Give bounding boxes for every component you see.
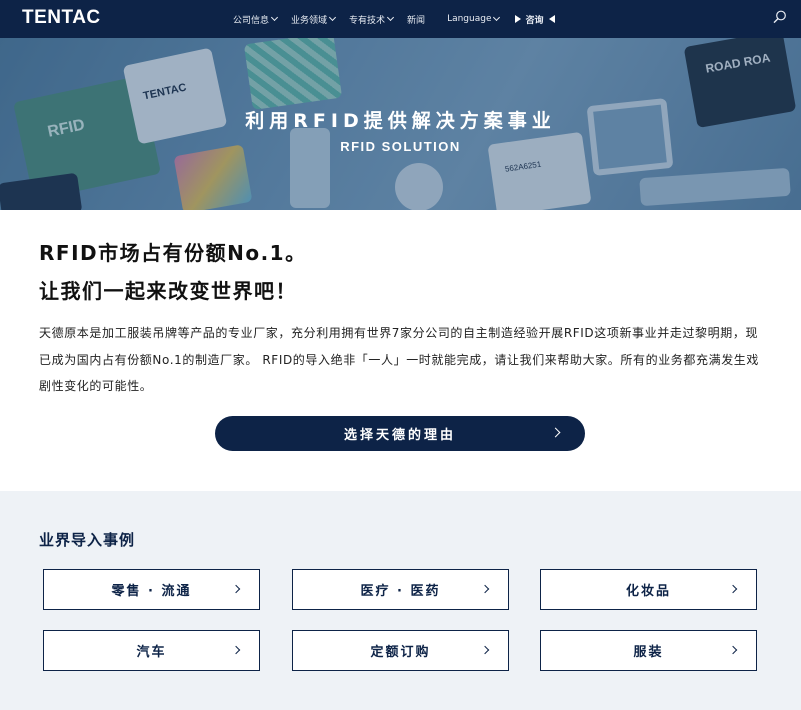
intro-heading-line2: 让我们一起来改变世界吧！ [39, 279, 297, 303]
site-header: TENTAC 公司信息 业务领域 专有技术 新闻 Language 咨询 [0, 0, 801, 38]
reasons-button[interactable]: 选择天德的理由 [215, 416, 585, 451]
nav-item-contact[interactable]: 咨询 [515, 13, 555, 26]
logo[interactable]: TENTAC [22, 7, 101, 29]
nav-item-technology[interactable]: 专有技术 [349, 13, 395, 26]
case-label: 化妆品 [625, 584, 671, 599]
nav-item-language[interactable]: Language [447, 13, 501, 24]
case-label: 医疗 · 医药 [360, 584, 441, 599]
case-button-subscription[interactable]: 定额订购 [292, 630, 509, 671]
nav-item-business[interactable]: 业务领域 [291, 13, 337, 26]
hero-title: 利用RFID提供解决方案事业 [245, 110, 556, 132]
chevron-right-icon [728, 645, 738, 655]
case-button-automotive[interactable]: 汽车 [43, 630, 260, 671]
case-button-apparel[interactable]: 服装 [540, 630, 757, 671]
intro-body-text: 天德原本是加工服装吊牌等产品的专业厂家，充分利用拥有世界7家分公司的自主制造经验… [39, 326, 759, 393]
nav-label: 专有技术 [349, 15, 386, 26]
nav-label: 业务领域 [291, 15, 328, 26]
hero-banner: RFID TENTAC 562A6251 ROAD ROA 利用RFID提供解决… [0, 38, 801, 210]
case-button-cosmetics[interactable]: 化妆品 [540, 569, 757, 610]
nav-item-company[interactable]: 公司信息 [233, 13, 279, 26]
nav-label: 咨询 [525, 15, 544, 26]
case-label: 汽车 [136, 645, 167, 660]
nav-label: 新闻 [407, 15, 426, 26]
hero-subtitle: RFID SOLUTION [340, 139, 461, 154]
chevron-down-icon [328, 13, 337, 22]
chevron-right-icon [231, 645, 241, 655]
case-label: 零售 · 流通 [111, 584, 192, 599]
nav-item-news[interactable]: 新闻 [407, 13, 425, 26]
chevron-right-icon [480, 584, 490, 594]
chevron-right-icon [550, 427, 561, 438]
nav-label: Language [447, 14, 492, 24]
cta-label: 选择天德的理由 [343, 428, 456, 443]
search-icon[interactable] [773, 10, 787, 24]
cases-title: 业界导入事例 [39, 531, 136, 549]
industry-cases-section: 业界导入事例 零售 · 流通 医疗 · 医药 化妆品 汽车 定额订购 服装 [0, 491, 801, 710]
case-label: 服装 [633, 645, 664, 660]
chevron-right-icon [231, 584, 241, 594]
case-button-medical[interactable]: 医疗 · 医药 [292, 569, 509, 610]
chevron-down-icon [387, 13, 395, 22]
case-button-retail[interactable]: 零售 · 流通 [43, 569, 260, 610]
chevron-down-icon [493, 13, 501, 22]
chevron-down-icon [270, 13, 279, 22]
case-label: 定额订购 [370, 645, 431, 660]
intro-heading-line1: RFID市场占有份额No.1。 [39, 241, 307, 265]
chevron-right-icon [728, 584, 738, 594]
chevron-right-icon [480, 645, 490, 655]
main-nav: 公司信息 业务领域 专有技术 新闻 Language 咨询 [233, 0, 569, 38]
play-icon [515, 15, 522, 23]
nav-label: 公司信息 [233, 15, 270, 26]
triangle-left-icon [548, 15, 555, 23]
